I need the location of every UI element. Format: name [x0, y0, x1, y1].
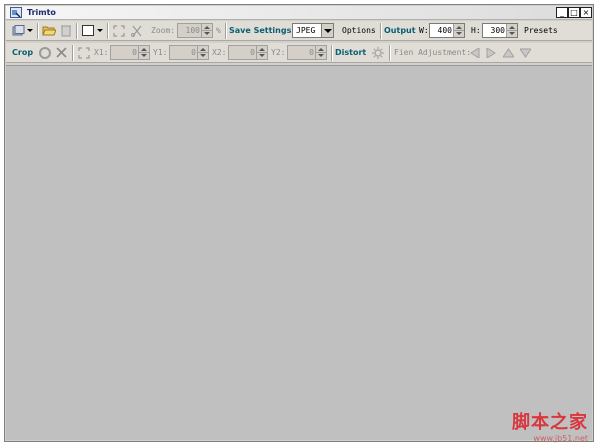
cross-icon[interactable]: [56, 47, 67, 58]
x1-stepper-arrows[interactable]: [138, 46, 149, 59]
height-stepper-arrows[interactable]: [506, 24, 517, 37]
y1-value: 0: [191, 48, 196, 57]
width-stepper[interactable]: 400: [429, 23, 465, 38]
zoom-stepper[interactable]: 100: [177, 23, 213, 38]
separator: [72, 45, 74, 61]
main-toolbar: Zoom: 100 % Save Settings JPEG Options O…: [6, 21, 592, 41]
expand-icon[interactable]: [78, 47, 90, 59]
x1-label: X1:: [94, 48, 109, 57]
crop-toolbar: Crop X1: 0 Y1: 0 X2: 0 Y2: 0 Distort Fie…: [6, 43, 592, 63]
height-value: 300: [490, 26, 505, 35]
crop-label: Crop: [12, 48, 34, 57]
minimize-button[interactable]: _: [556, 7, 568, 18]
circle-select-icon[interactable]: [39, 47, 51, 59]
zoom-label: Zoom:: [151, 26, 176, 35]
separator: [107, 23, 109, 39]
fit-icon[interactable]: [113, 25, 125, 37]
x2-value: 0: [250, 48, 255, 57]
x1-stepper[interactable]: 0: [110, 45, 150, 60]
y2-stepper-arrows[interactable]: [315, 46, 326, 59]
separator: [225, 23, 227, 39]
width-stepper-arrows[interactable]: [453, 24, 464, 37]
presets-button[interactable]: Presets: [524, 26, 558, 35]
watermark-text: 脚本之家: [512, 412, 588, 433]
y2-stepper[interactable]: 0: [287, 45, 327, 60]
zoom-unit: %: [216, 26, 221, 35]
arrow-up-icon[interactable]: [503, 48, 514, 58]
capture-icon[interactable]: [12, 25, 26, 37]
y2-value: 0: [309, 48, 314, 57]
dropdown-arrow-icon[interactable]: [97, 29, 103, 33]
y1-stepper-arrows[interactable]: [197, 46, 208, 59]
x2-label: X2:: [212, 48, 227, 57]
separator: [389, 45, 391, 61]
app-window: Trimto _ □ × Zoom: 100 % Save Settings J…: [4, 4, 594, 442]
arrow-left-icon[interactable]: [470, 48, 480, 58]
delete-icon[interactable]: [61, 24, 71, 37]
format-value: JPEG: [296, 26, 316, 35]
y1-label: Y1:: [153, 48, 168, 57]
x1-value: 0: [132, 48, 137, 57]
frame-icon[interactable]: [82, 25, 94, 36]
fine-adjustment-label: Fien Adjustment:: [394, 48, 472, 57]
window-title: Trimto: [27, 8, 56, 17]
separator: [37, 23, 39, 39]
zoom-stepper-arrows[interactable]: [201, 24, 212, 37]
height-stepper[interactable]: 300: [482, 23, 518, 38]
x2-stepper-arrows[interactable]: [256, 46, 267, 59]
output-label: Output: [384, 26, 416, 35]
distort-label: Distort: [335, 48, 367, 57]
open-folder-icon[interactable]: [42, 24, 56, 37]
chevron-down-icon[interactable]: [321, 24, 333, 37]
separator: [331, 45, 333, 61]
close-button[interactable]: ×: [580, 7, 592, 18]
image-workspace[interactable]: [6, 65, 592, 440]
title-bar: Trimto _ □ ×: [6, 6, 592, 20]
width-value: 400: [437, 26, 452, 35]
x2-stepper[interactable]: 0: [228, 45, 268, 60]
maximize-button[interactable]: □: [568, 7, 580, 18]
save-settings-label: Save Settings: [229, 26, 292, 35]
y2-label: Y2:: [271, 48, 286, 57]
height-label: H:: [471, 26, 481, 35]
app-icon: [10, 7, 22, 18]
format-select[interactable]: JPEG: [292, 23, 334, 38]
dropdown-arrow-icon[interactable]: [27, 29, 33, 33]
zoom-value: 100: [185, 26, 200, 35]
arrow-down-icon[interactable]: [520, 48, 531, 58]
separator: [380, 23, 382, 39]
width-label: W:: [419, 26, 429, 35]
settings-gear-icon[interactable]: [372, 47, 384, 59]
scissors-icon[interactable]: [131, 25, 143, 37]
arrow-right-icon[interactable]: [486, 48, 496, 58]
options-button[interactable]: Options: [342, 26, 376, 35]
y1-stepper[interactable]: 0: [169, 45, 209, 60]
watermark-url: www.jb51.net: [533, 434, 588, 443]
separator: [76, 23, 78, 39]
